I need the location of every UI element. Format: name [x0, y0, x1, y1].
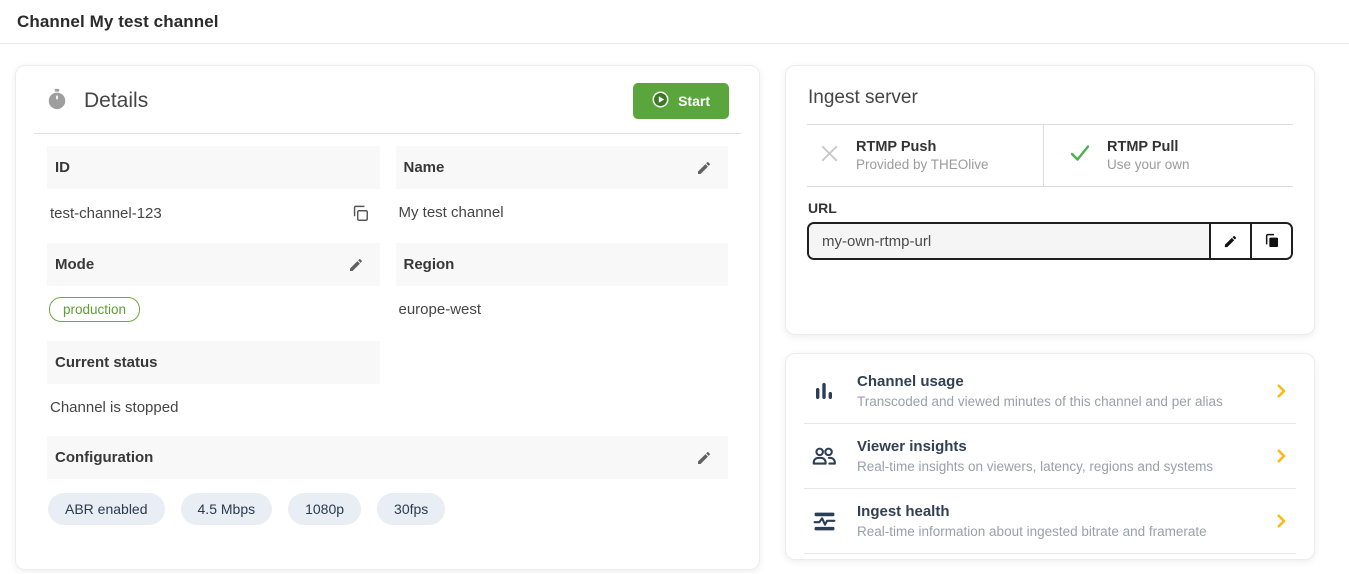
- field-configuration-label-bar: Configuration: [47, 436, 728, 479]
- url-input-group: [807, 222, 1293, 260]
- pencil-icon: [348, 261, 364, 276]
- config-chip: ABR enabled: [48, 493, 165, 525]
- ingest-divider-bottom: [807, 186, 1293, 187]
- url-input[interactable]: [809, 224, 1209, 258]
- edit-name-button[interactable]: [694, 158, 714, 178]
- url-label: URL: [808, 200, 1293, 216]
- pencil-icon: [696, 454, 712, 469]
- channel-usage-subtitle: Transcoded and viewed minutes of this ch…: [857, 394, 1253, 409]
- ingest-option-rtmp-push[interactable]: RTMP Push Provided by THEOlive: [807, 125, 1043, 186]
- field-region: Region europe-west: [396, 243, 729, 334]
- rtmp-pull-subtitle: Use your own: [1107, 157, 1190, 172]
- play-circle-icon: [652, 91, 669, 111]
- config-chip: 4.5 Mbps: [181, 493, 273, 525]
- people-icon: [810, 443, 838, 469]
- details-fields: ID test-channel-123: [16, 134, 759, 532]
- field-name-value: My test channel: [399, 204, 504, 221]
- start-button[interactable]: Start: [633, 83, 729, 119]
- edit-mode-button[interactable]: [346, 255, 366, 275]
- field-status-value: Channel is stopped: [50, 399, 178, 416]
- right-column: Ingest server RTMP Push Provided by THEO…: [785, 65, 1315, 560]
- chevron-right-icon: [1272, 382, 1290, 400]
- ingest-health-row[interactable]: Ingest health Real-time information abou…: [804, 489, 1296, 554]
- field-region-label: Region: [404, 256, 455, 273]
- details-heading: Details: [84, 89, 148, 113]
- check-icon: [1068, 141, 1092, 170]
- ingest-options: RTMP Push Provided by THEOlive RTMP Pull…: [807, 125, 1293, 186]
- timer-icon: [46, 88, 68, 115]
- chevron-right-icon: [1272, 447, 1290, 465]
- ingest-server-heading: Ingest server: [808, 87, 1293, 109]
- main-content: Details Start ID test-chann: [0, 44, 1349, 570]
- field-configuration-label: Configuration: [55, 449, 153, 466]
- ingest-health-subtitle: Real-time information about ingested bit…: [857, 524, 1253, 539]
- field-region-label-bar: Region: [396, 243, 729, 286]
- field-status-label: Current status: [55, 354, 158, 371]
- field-status-label-bar: Current status: [47, 341, 380, 384]
- field-mode-label: Mode: [55, 256, 94, 273]
- channel-usage-row[interactable]: Channel usage Transcoded and viewed minu…: [804, 359, 1296, 424]
- field-id-label-bar: ID: [47, 146, 380, 189]
- field-name-label: Name: [404, 159, 445, 176]
- rtmp-push-title: RTMP Push: [856, 139, 989, 155]
- field-region-value: europe-west: [399, 301, 482, 318]
- pencil-icon: [1223, 234, 1238, 249]
- copy-id-button[interactable]: [351, 204, 370, 223]
- monitor-pulse-icon: [810, 509, 838, 534]
- config-chip: 1080p: [288, 493, 361, 525]
- details-card-header: Details Start: [16, 66, 759, 133]
- page-header: Channel My test channel: [0, 0, 1349, 43]
- field-configuration: Configuration ABR enabled 4.5 Mbps 1080p…: [47, 436, 728, 525]
- field-status: Current status Channel is stopped: [47, 341, 380, 429]
- configuration-chips: ABR enabled 4.5 Mbps 1080p 30fps: [47, 479, 728, 525]
- viewer-insights-row[interactable]: Viewer insights Real-time insights on vi…: [804, 424, 1296, 489]
- chevron-right-icon: [1272, 512, 1290, 530]
- field-id-label: ID: [55, 159, 70, 176]
- viewer-insights-subtitle: Real-time insights on viewers, latency, …: [857, 459, 1253, 474]
- field-mode: Mode production: [47, 243, 380, 334]
- field-id: ID test-channel-123: [47, 146, 380, 236]
- start-button-label: Start: [678, 93, 710, 109]
- pencil-icon: [696, 164, 712, 179]
- rtmp-pull-title: RTMP Pull: [1107, 139, 1190, 155]
- copy-icon: [351, 211, 370, 226]
- mode-badge: production: [49, 297, 140, 322]
- bar-chart-icon: [810, 379, 838, 403]
- field-id-value: test-channel-123: [50, 205, 162, 222]
- copy-icon: [1264, 233, 1280, 249]
- field-mode-label-bar: Mode: [47, 243, 380, 286]
- channel-usage-title: Channel usage: [857, 373, 1253, 390]
- viewer-insights-title: Viewer insights: [857, 438, 1253, 455]
- ingest-option-rtmp-pull[interactable]: RTMP Pull Use your own: [1043, 125, 1293, 186]
- details-card: Details Start ID test-chann: [15, 65, 760, 570]
- ingest-health-title: Ingest health: [857, 503, 1253, 520]
- channel-links-card: Channel usage Transcoded and viewed minu…: [785, 353, 1315, 560]
- ingest-server-card: Ingest server RTMP Push Provided by THEO…: [785, 65, 1315, 335]
- page-title: Channel My test channel: [17, 12, 1332, 32]
- rtmp-push-subtitle: Provided by THEOlive: [856, 157, 989, 172]
- x-icon: [818, 142, 841, 170]
- copy-url-button[interactable]: [1250, 224, 1291, 258]
- field-name: Name My test channel: [396, 146, 729, 236]
- edit-configuration-button[interactable]: [694, 448, 714, 468]
- edit-url-button[interactable]: [1209, 224, 1250, 258]
- field-name-label-bar: Name: [396, 146, 729, 189]
- config-chip: 30fps: [377, 493, 445, 525]
